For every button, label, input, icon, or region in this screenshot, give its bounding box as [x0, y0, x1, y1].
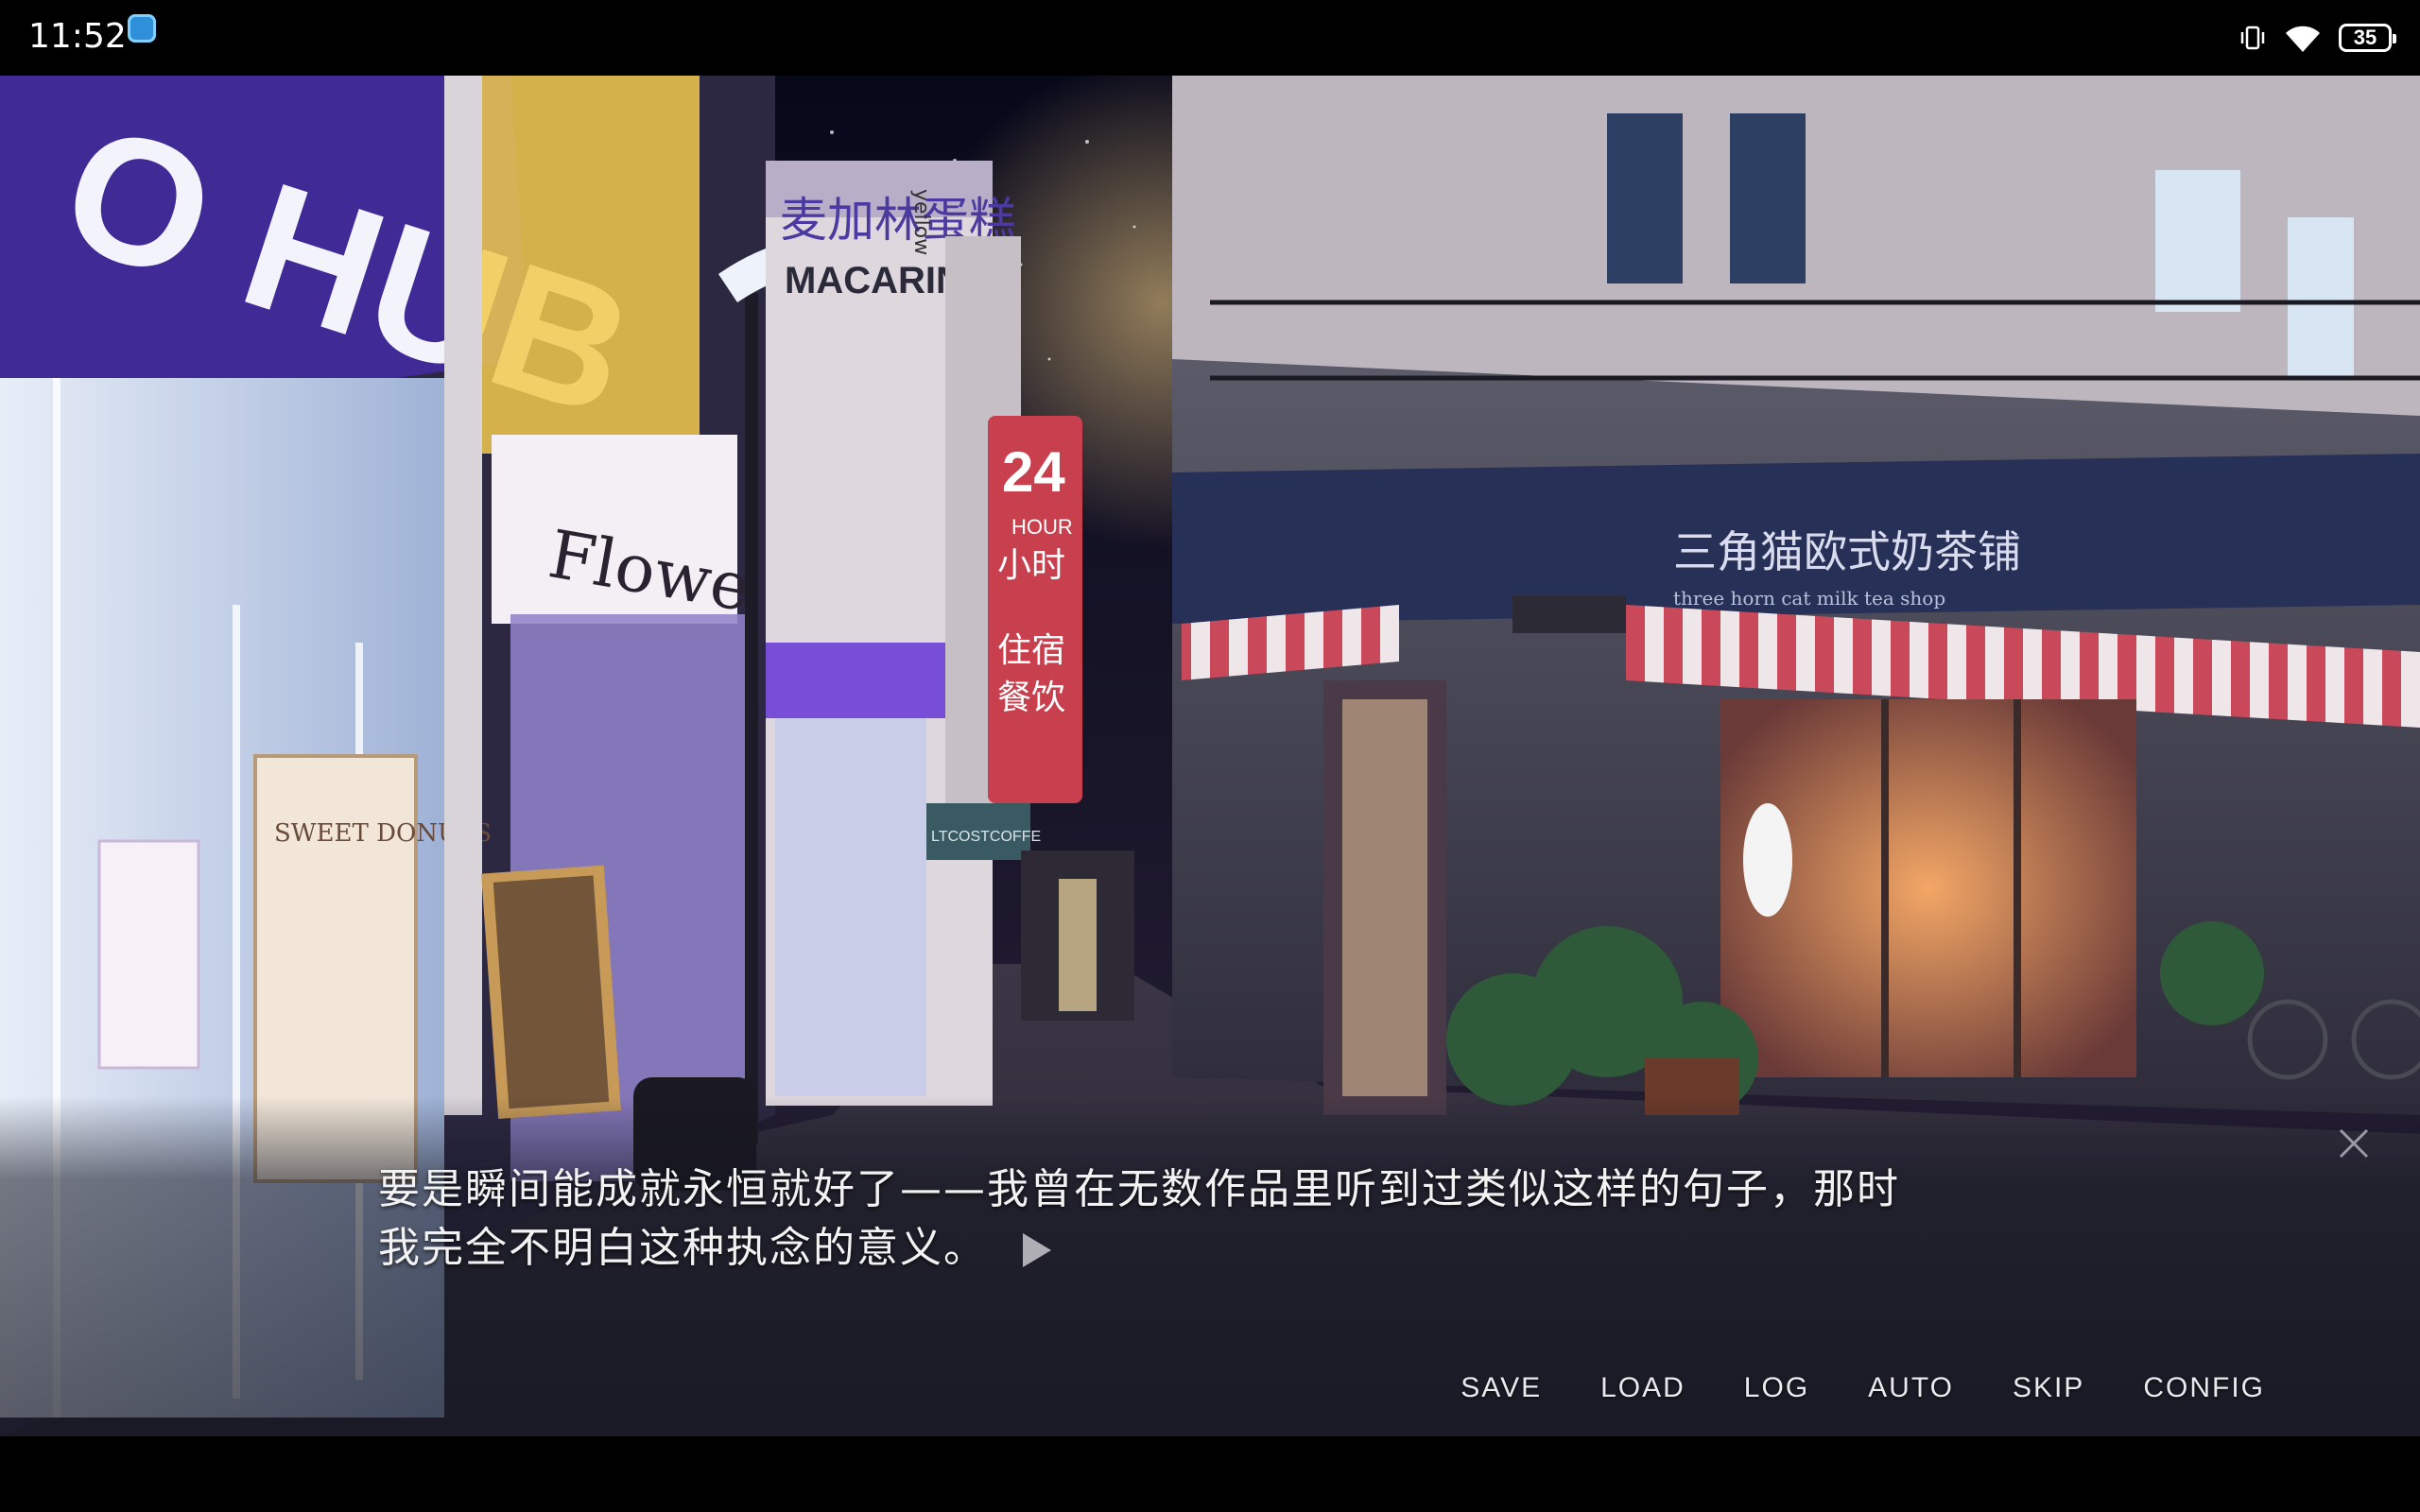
wifi-icon	[2286, 26, 2320, 52]
cafe-sign: LTCOSTCOFFE	[931, 829, 1041, 845]
dialogue-line-2: 我完全不明白这种执念的意义。	[378, 1219, 2042, 1278]
close-icon[interactable]	[2335, 1125, 2373, 1162]
screen: 11:52 35 O HUB SWEET DONUTS Flowe 麦加林蛋糕 …	[0, 0, 2420, 1512]
dialogue-line-2-text: 我完全不明白这种执念的意义。	[378, 1224, 987, 1272]
teashop-cn-sign: 三角猫欧式奶茶铺	[1673, 526, 2021, 577]
inn-sign-2: 餐饮	[997, 679, 1065, 717]
hour-en-sign: HOUR	[1011, 515, 1073, 539]
hour-cn-sign: 小时	[997, 546, 1065, 585]
dialogue-line-1: 要是瞬间能成就永恒就好了——我曾在无数作品里听到过类似这样的句子，那时	[378, 1165, 1900, 1213]
load-button[interactable]: LOAD	[1600, 1372, 1685, 1404]
advance-arrow-icon[interactable]	[1023, 1233, 1051, 1267]
teashop-en-sign: three horn cat milk tea shop	[1673, 587, 1945, 610]
inn-sign-1: 住宿	[997, 631, 1065, 670]
hour-num-sign: 24	[1002, 440, 1065, 504]
game-menu: SAVE LOAD LOG AUTO SKIP CONFIG	[1402, 1372, 2265, 1404]
game-view[interactable]: O HUB SWEET DONUTS Flowe 麦加林蛋糕 MACARINE …	[0, 76, 2420, 1436]
status-icons: 35	[2238, 11, 2396, 64]
auto-button[interactable]: AUTO	[1868, 1372, 1954, 1404]
dialogue-text[interactable]: 要是瞬间能成就永恒就好了——我曾在无数作品里听到过类似这样的句子，那时 我完全不…	[378, 1160, 2042, 1278]
skip-button[interactable]: SKIP	[2013, 1372, 2084, 1404]
log-button[interactable]: LOG	[1744, 1372, 1809, 1404]
vibrate-icon	[2240, 26, 2265, 50]
status-bar: 11:52 35	[0, 0, 2420, 76]
battery-level: 35	[2353, 26, 2377, 49]
yellow-sign: yellow	[909, 189, 933, 255]
save-button[interactable]: SAVE	[1461, 1372, 1542, 1404]
status-time: 11:52	[28, 17, 127, 56]
config-button[interactable]: CONFIG	[2143, 1372, 2265, 1404]
app-notification-icon	[128, 14, 156, 43]
battery-icon: 35	[2339, 24, 2396, 52]
